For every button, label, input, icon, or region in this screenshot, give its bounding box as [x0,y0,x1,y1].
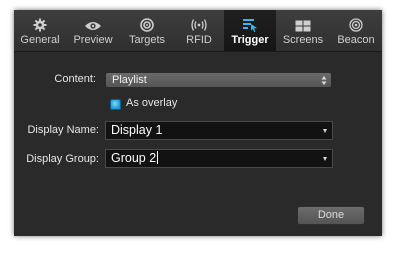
tab-beacon-label: Beacon [337,34,375,46]
display-name-label: Display Name: [27,124,99,136]
overlay-checkbox-label: As overlay [126,97,178,109]
tab-general-label: General [20,34,60,46]
overlay-checkbox[interactable] [110,99,121,110]
target-icon [135,10,159,32]
content-label: Content: [54,73,96,85]
tab-trigger-label: Trigger [231,34,269,46]
tab-rfid[interactable]: RFID [174,10,224,51]
screens-grid-icon [291,10,315,32]
preferences-window: General Preview Targets RFID Trigger Scr… [14,10,382,236]
display-group-field[interactable]: Group 2 [105,149,333,168]
tab-rfid-label: RFID [186,34,212,46]
display-group-value: Group 2 [111,151,157,165]
chevron-down-icon[interactable] [323,129,327,133]
content-select[interactable]: Playlist [105,72,332,88]
eye-icon [81,10,105,32]
tab-screens[interactable]: Screens [276,10,330,51]
up-down-arrows-icon [321,76,327,85]
text-cursor [157,151,159,164]
display-name-value: Display 1 [111,123,163,137]
toolbar: General Preview Targets RFID Trigger Scr… [14,10,382,52]
gear-icon [28,10,52,32]
display-name-field[interactable]: Display 1 [105,121,333,140]
tab-targets-label: Targets [128,34,166,46]
tab-beacon[interactable]: Beacon [330,10,382,51]
rfid-signal-icon [187,10,211,32]
tab-targets[interactable]: Targets [120,10,174,51]
chevron-down-icon[interactable] [323,157,327,161]
done-button[interactable]: Done [297,206,365,225]
display-group-label: Display Group: [26,153,99,165]
content-select-value: Playlist [112,74,147,86]
tab-screens-label: Screens [282,34,324,46]
tab-preview[interactable]: Preview [66,10,120,51]
trigger-icon [238,10,262,32]
beacon-icon [344,10,368,32]
tab-general[interactable]: General [14,10,66,51]
tab-trigger[interactable]: Trigger [224,10,276,51]
tab-preview-label: Preview [73,34,113,46]
